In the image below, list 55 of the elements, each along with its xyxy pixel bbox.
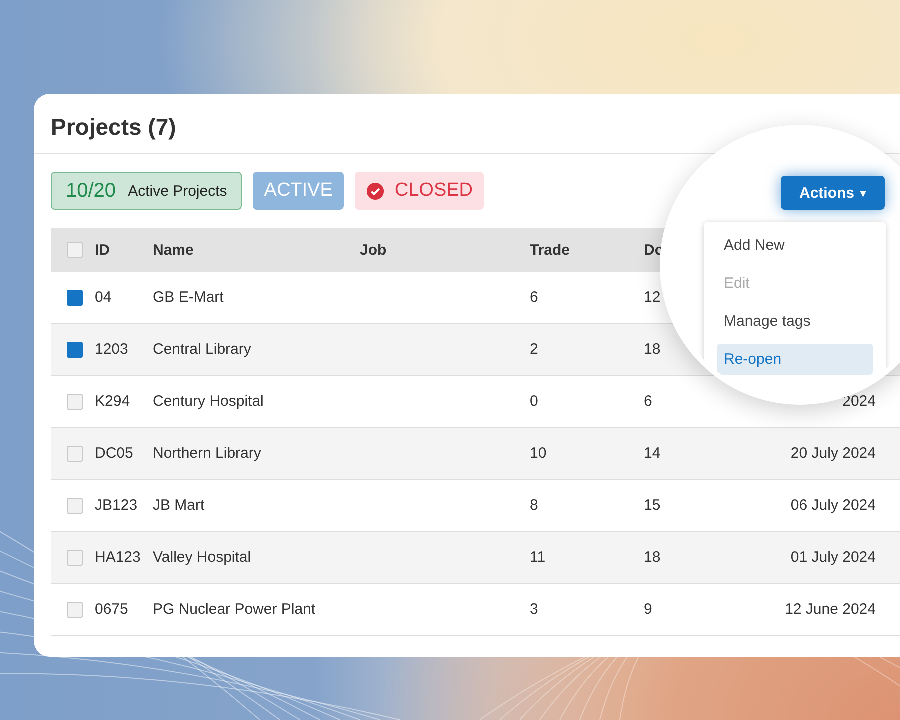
- table-cell: Northern Library: [153, 445, 262, 462]
- table-cell: 11: [530, 549, 546, 566]
- caret-icon: ▾: [860, 186, 866, 200]
- table-cell: 0: [530, 393, 538, 410]
- column-header: Name: [153, 242, 194, 258]
- table-cell: 18: [644, 341, 661, 358]
- actions-button[interactable]: Actions ▾: [781, 176, 885, 210]
- row-checkbox[interactable]: [67, 498, 83, 514]
- summary-label: Active Projects: [128, 182, 228, 200]
- table-cell: 12: [644, 289, 661, 306]
- column-header: Trade: [530, 242, 570, 258]
- table-cell: 18: [644, 549, 661, 566]
- column-header: Job: [360, 242, 387, 258]
- row-checkbox[interactable]: [67, 290, 83, 306]
- table-cell: 01 July 2024: [790, 549, 876, 566]
- table-cell: JB123: [95, 497, 138, 514]
- menu-item[interactable]: Manage tags: [717, 306, 873, 337]
- table-cell: 04: [95, 289, 112, 306]
- table-cell: 12 June 2024: [785, 601, 876, 618]
- table-cell: 6: [530, 289, 538, 306]
- table-cell: 8: [530, 497, 538, 514]
- table-cell: Century Hospital: [153, 393, 264, 410]
- table-cell: 15: [644, 497, 661, 514]
- filter-chip[interactable]: ACTIVE: [253, 172, 344, 210]
- table-cell: 2024: [842, 393, 876, 410]
- column-header: ID: [95, 242, 110, 258]
- table-cell: 1203: [95, 341, 128, 358]
- table-cell: Central Library: [153, 341, 252, 358]
- check-circle-icon: [366, 182, 385, 200]
- table-cell: PG Nuclear Power Plant: [153, 601, 316, 618]
- table-cell: 3: [530, 601, 538, 618]
- table-cell: 2: [530, 341, 538, 358]
- table-cell: JB Mart: [153, 497, 205, 514]
- row-checkbox[interactable]: [67, 602, 83, 618]
- table-cell: 20 July 2024: [790, 445, 876, 462]
- menu-item[interactable]: Add New: [717, 230, 873, 261]
- table-cell: 06 July 2024: [790, 497, 876, 514]
- table-cell: K294: [95, 393, 130, 410]
- table-cell: GB E-Mart: [153, 289, 224, 306]
- table-cell: Valley Hospital: [153, 549, 252, 566]
- row-checkbox[interactable]: [67, 342, 83, 358]
- table-cell: 0675: [95, 601, 128, 618]
- filter-chip[interactable]: CLOSED: [354, 172, 484, 210]
- table-cell: DC05: [95, 445, 134, 462]
- count-text: 10/20: [66, 180, 116, 202]
- table-cell: 9: [644, 601, 652, 618]
- table-cell: HA123: [95, 549, 141, 566]
- menu-item[interactable]: Re-open: [717, 344, 873, 375]
- row-checkbox[interactable]: [67, 446, 83, 462]
- row-checkbox[interactable]: [67, 394, 83, 410]
- table-cell: 10: [530, 445, 547, 462]
- select-all-checkbox[interactable]: [67, 242, 83, 258]
- row-checkbox[interactable]: [67, 550, 83, 566]
- table-cell: 6: [644, 393, 652, 410]
- table-cell: 14: [644, 445, 661, 462]
